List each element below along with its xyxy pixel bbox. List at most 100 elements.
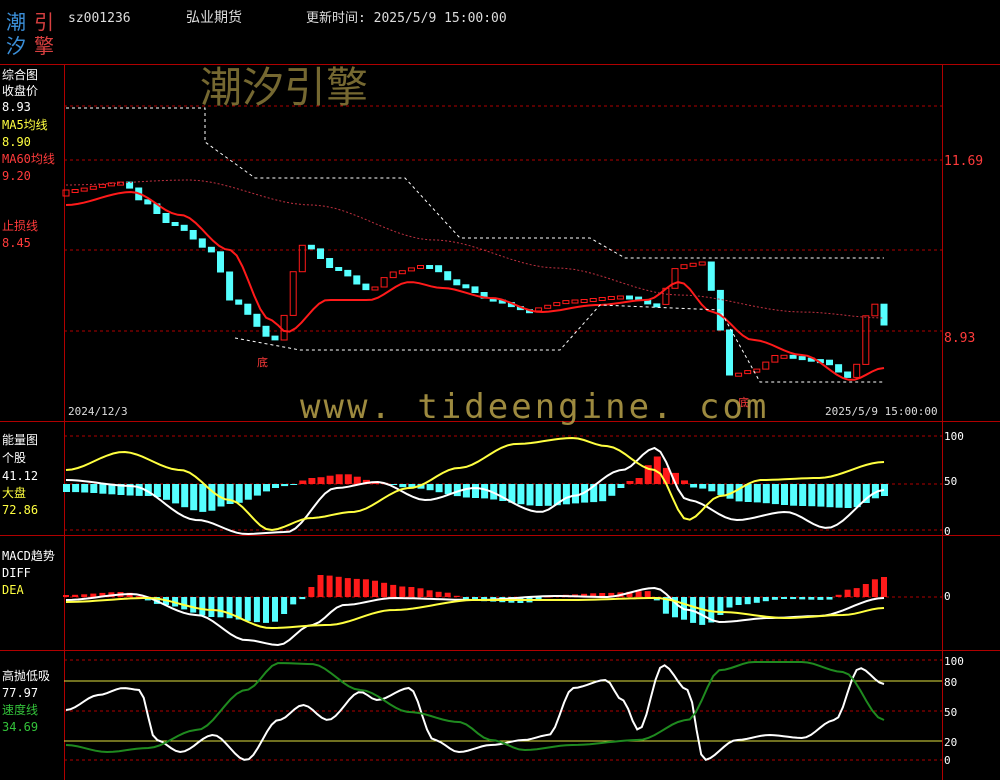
candle-bar xyxy=(789,354,797,359)
energy-bar xyxy=(726,484,734,499)
candle-bar xyxy=(544,304,552,309)
candle-bar xyxy=(335,267,343,271)
candle-bar xyxy=(726,329,733,376)
candle-bar xyxy=(407,267,415,272)
main-chart-group xyxy=(62,107,888,383)
macd-bar xyxy=(435,591,442,597)
macd-bar xyxy=(208,597,215,617)
energy-bar xyxy=(353,476,361,484)
energy-bar xyxy=(90,484,98,493)
candle-bar xyxy=(553,302,561,307)
candle-bar xyxy=(653,303,661,308)
macd-bar xyxy=(253,597,260,623)
candle-bar xyxy=(453,279,461,286)
energy-bar xyxy=(762,484,770,504)
candle-bar xyxy=(426,265,434,269)
macd-bar xyxy=(426,590,433,597)
candle-bar xyxy=(417,265,424,269)
macd-bar xyxy=(399,586,406,597)
candle-bar xyxy=(798,356,806,361)
energy-bar xyxy=(163,484,170,500)
macd-bar xyxy=(290,597,297,605)
candle-bar xyxy=(207,246,215,253)
candle-bar xyxy=(762,361,770,370)
macd-bar xyxy=(81,594,88,597)
macd-bar xyxy=(244,597,251,621)
energy-bar xyxy=(344,474,352,484)
candle-bar xyxy=(326,258,334,268)
candle-bar xyxy=(735,372,743,377)
macd-bar xyxy=(135,596,142,598)
energy-bar xyxy=(99,484,107,494)
macd-bar xyxy=(771,597,778,600)
macd-bar xyxy=(726,597,733,608)
candle-bar xyxy=(244,303,252,315)
candle-bar xyxy=(616,295,624,300)
macd-bar xyxy=(308,587,315,597)
energy-bar xyxy=(253,484,261,496)
candle-bar xyxy=(262,325,270,337)
energy-bar xyxy=(235,484,243,503)
candle-bar xyxy=(444,271,452,281)
energy-bar xyxy=(844,484,852,508)
macd-bar xyxy=(63,595,69,597)
candle-bar xyxy=(626,295,633,300)
ma60-line xyxy=(65,179,885,319)
ma5-line xyxy=(65,190,885,381)
candle-bar xyxy=(598,297,606,301)
candle-bar xyxy=(371,286,379,291)
macd-bar xyxy=(335,576,342,597)
macd-bar xyxy=(417,588,424,597)
energy-bar xyxy=(281,484,289,487)
candle-bar xyxy=(189,230,197,240)
macd-bar xyxy=(199,597,206,616)
macd-bar xyxy=(881,577,887,597)
brand-watermark: 潮汐引擎 xyxy=(200,63,368,112)
macd-bar xyxy=(281,597,288,614)
candle-bar xyxy=(171,222,179,226)
macd-bar xyxy=(753,597,760,603)
macd-bar xyxy=(744,597,751,605)
energy-bar xyxy=(708,484,716,492)
macd-bar xyxy=(826,597,833,600)
macd-bar xyxy=(408,587,415,597)
candle-bar xyxy=(471,286,479,293)
energy-bar xyxy=(326,475,334,484)
energy-bar xyxy=(626,481,634,484)
candle-bar xyxy=(535,307,543,312)
energy-bar xyxy=(335,474,343,484)
candle-bar xyxy=(98,183,106,188)
macd-bar xyxy=(644,591,651,597)
macd-bar xyxy=(362,579,369,597)
candle-bar xyxy=(80,187,88,192)
energy-bar xyxy=(81,484,89,493)
energy-bar xyxy=(181,484,189,508)
energy-bar xyxy=(317,477,325,484)
energy-bar xyxy=(771,484,779,505)
energy-bar xyxy=(544,484,552,506)
candle-bar xyxy=(289,271,297,316)
candle-bar xyxy=(671,268,679,289)
candle-bar xyxy=(217,251,224,273)
candle-bar xyxy=(862,315,870,365)
energy-bar xyxy=(572,484,579,504)
energy-bar xyxy=(435,484,443,493)
candle-bar xyxy=(744,370,752,375)
candle-bar xyxy=(644,300,652,305)
candle-bar xyxy=(362,283,370,291)
candle-bar xyxy=(271,335,279,341)
energy-bar xyxy=(72,484,80,493)
dea-line xyxy=(65,597,885,630)
chart-canvas: 潮汐引擎 www. tideengine. com xyxy=(62,63,942,761)
macd-bar xyxy=(817,597,824,600)
url-watermark: www. tideengine. com xyxy=(300,387,769,427)
macd-bar xyxy=(190,597,197,613)
macd-bar xyxy=(790,597,797,600)
candle-bar xyxy=(589,298,597,302)
candle-bar xyxy=(380,277,388,288)
macd-bar xyxy=(635,591,642,597)
support-line xyxy=(234,304,884,383)
candle-bar xyxy=(780,354,788,359)
macd-bar xyxy=(444,592,451,597)
energy-bar xyxy=(299,480,307,484)
